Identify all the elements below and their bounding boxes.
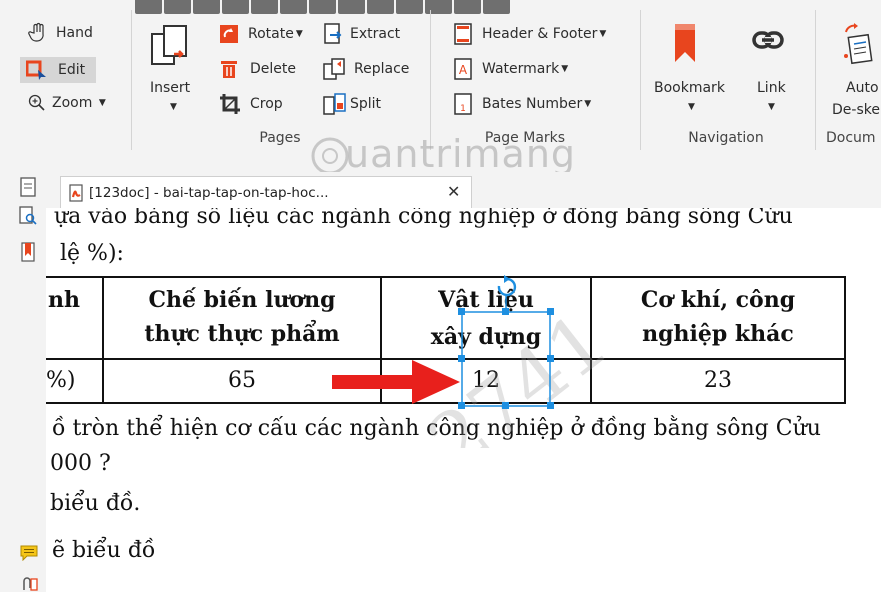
chevron-down-icon: ▼ <box>688 102 695 112</box>
hand-label: Hand <box>56 25 93 41</box>
text-line: biểu đồ. <box>50 491 141 516</box>
insert-pages-icon <box>151 25 187 65</box>
chevron-down-icon: ▼ <box>295 29 303 39</box>
deskew-icon <box>844 23 873 65</box>
edit-icon <box>26 60 46 80</box>
edit-label: Edit <box>58 62 86 78</box>
extract-label: Extract <box>350 26 401 42</box>
ribbon-tab[interactable] <box>193 0 220 14</box>
chevron-down-icon: ▼ <box>768 102 775 112</box>
pages-group-label: Pages <box>259 130 301 146</box>
ribbon-tab[interactable] <box>222 0 249 14</box>
delete-label: Delete <box>250 61 296 77</box>
watermark-text: uantrimang <box>345 132 577 176</box>
group-divider <box>131 10 132 150</box>
left-navigation-panel <box>0 172 46 592</box>
text-line: 000 ? <box>50 451 111 476</box>
ribbon-tab-strip <box>135 0 510 14</box>
replace-label: Replace <box>354 61 410 77</box>
svg-text:1: 1 <box>460 104 466 114</box>
bookmark-label: Bookmark <box>654 80 725 96</box>
table-header-cell: Chế biến lương <box>148 287 336 313</box>
split-label: Split <box>350 96 382 112</box>
attachment-icon[interactable] <box>20 576 38 592</box>
document-group-label: Docum <box>826 130 876 146</box>
zoom-icon <box>28 94 45 111</box>
close-icon[interactable]: ✕ <box>447 182 460 201</box>
search-document-icon[interactable] <box>19 206 37 226</box>
ribbon-tab[interactable] <box>135 0 162 14</box>
zoom-label: Zoom ▼ <box>52 95 106 111</box>
chevron-down-icon: ▼ <box>170 102 177 112</box>
ribbon-tab[interactable] <box>309 0 336 14</box>
crop-icon <box>220 94 240 114</box>
comment-icon[interactable] <box>20 545 38 561</box>
ribbon-tab[interactable] <box>454 0 481 14</box>
table-header-cell: nh <box>48 287 80 313</box>
document-page: ựa vào bảng số liệu các ngành công nghiệ… <box>46 208 881 592</box>
svg-text:A: A <box>459 63 468 77</box>
replace-icon <box>323 58 345 80</box>
ribbon-tab[interactable] <box>483 0 510 14</box>
chevron-down-icon: ▼ <box>584 99 592 109</box>
document-tab-bar: [123doc] - bai-tap-tap-on-tap-hoc... ✕ <box>46 172 881 208</box>
ribbon-tab[interactable] <box>280 0 307 14</box>
chevron-down-icon: ▼ <box>98 98 106 108</box>
bates-number-icon: 1 <box>454 93 472 115</box>
header-footer-label: Header & Footer ▼ <box>482 26 607 42</box>
navigation-group-label: Navigation <box>688 130 764 146</box>
bates-number-label: Bates Number ▼ <box>482 96 592 112</box>
watermark-icon: A <box>454 58 472 80</box>
auto-label: Auto <box>846 80 879 96</box>
group-divider <box>430 10 431 150</box>
split-icon <box>323 93 346 115</box>
hand-icon <box>28 22 44 42</box>
ribbon-tab[interactable] <box>396 0 423 14</box>
link-icon <box>752 31 784 49</box>
red-arrow-icon <box>332 360 460 404</box>
crop-label: Crop <box>250 96 283 112</box>
text-line: lệ %): <box>60 241 124 266</box>
ribbon-tab[interactable] <box>164 0 191 14</box>
extract-icon <box>324 23 342 44</box>
group-divider <box>815 10 816 150</box>
chevron-down-icon: ▼ <box>561 64 569 74</box>
page-watermark-icon: 2741 <box>413 296 625 448</box>
ribbon-tab[interactable] <box>367 0 394 14</box>
ribbon-tab[interactable] <box>251 0 278 14</box>
trash-icon <box>221 61 237 78</box>
text-line: ẽ biểu đồ <box>52 538 156 563</box>
watermark-label: Watermark ▼ <box>482 61 569 77</box>
table-border <box>844 276 846 404</box>
bookmark-panel-icon[interactable] <box>21 242 35 262</box>
link-label: Link <box>757 80 786 96</box>
insert-label: Insert <box>150 80 191 96</box>
tab-title: [123doc] - bai-tap-tap-on-tap-hoc... <box>89 185 329 201</box>
bookmark-icon <box>675 24 695 62</box>
header-footer-icon <box>454 23 472 45</box>
rotate-icon <box>220 25 238 43</box>
text-selection-box[interactable] <box>456 274 562 414</box>
table-header-cell: thực thực phẩm <box>144 321 340 347</box>
page-thumbnails-icon[interactable] <box>20 177 36 197</box>
document-tab[interactable]: [123doc] - bai-tap-tap-on-tap-hoc... ✕ <box>60 176 472 208</box>
table-cell: %) <box>46 368 76 393</box>
deskew-label: De-ske <box>832 102 880 118</box>
pdf-file-icon <box>69 184 83 202</box>
ribbon-tab[interactable] <box>338 0 365 14</box>
rotate-label: Rotate ▼ <box>248 26 303 42</box>
chevron-down-icon: ▼ <box>599 29 607 39</box>
group-divider <box>640 10 641 150</box>
